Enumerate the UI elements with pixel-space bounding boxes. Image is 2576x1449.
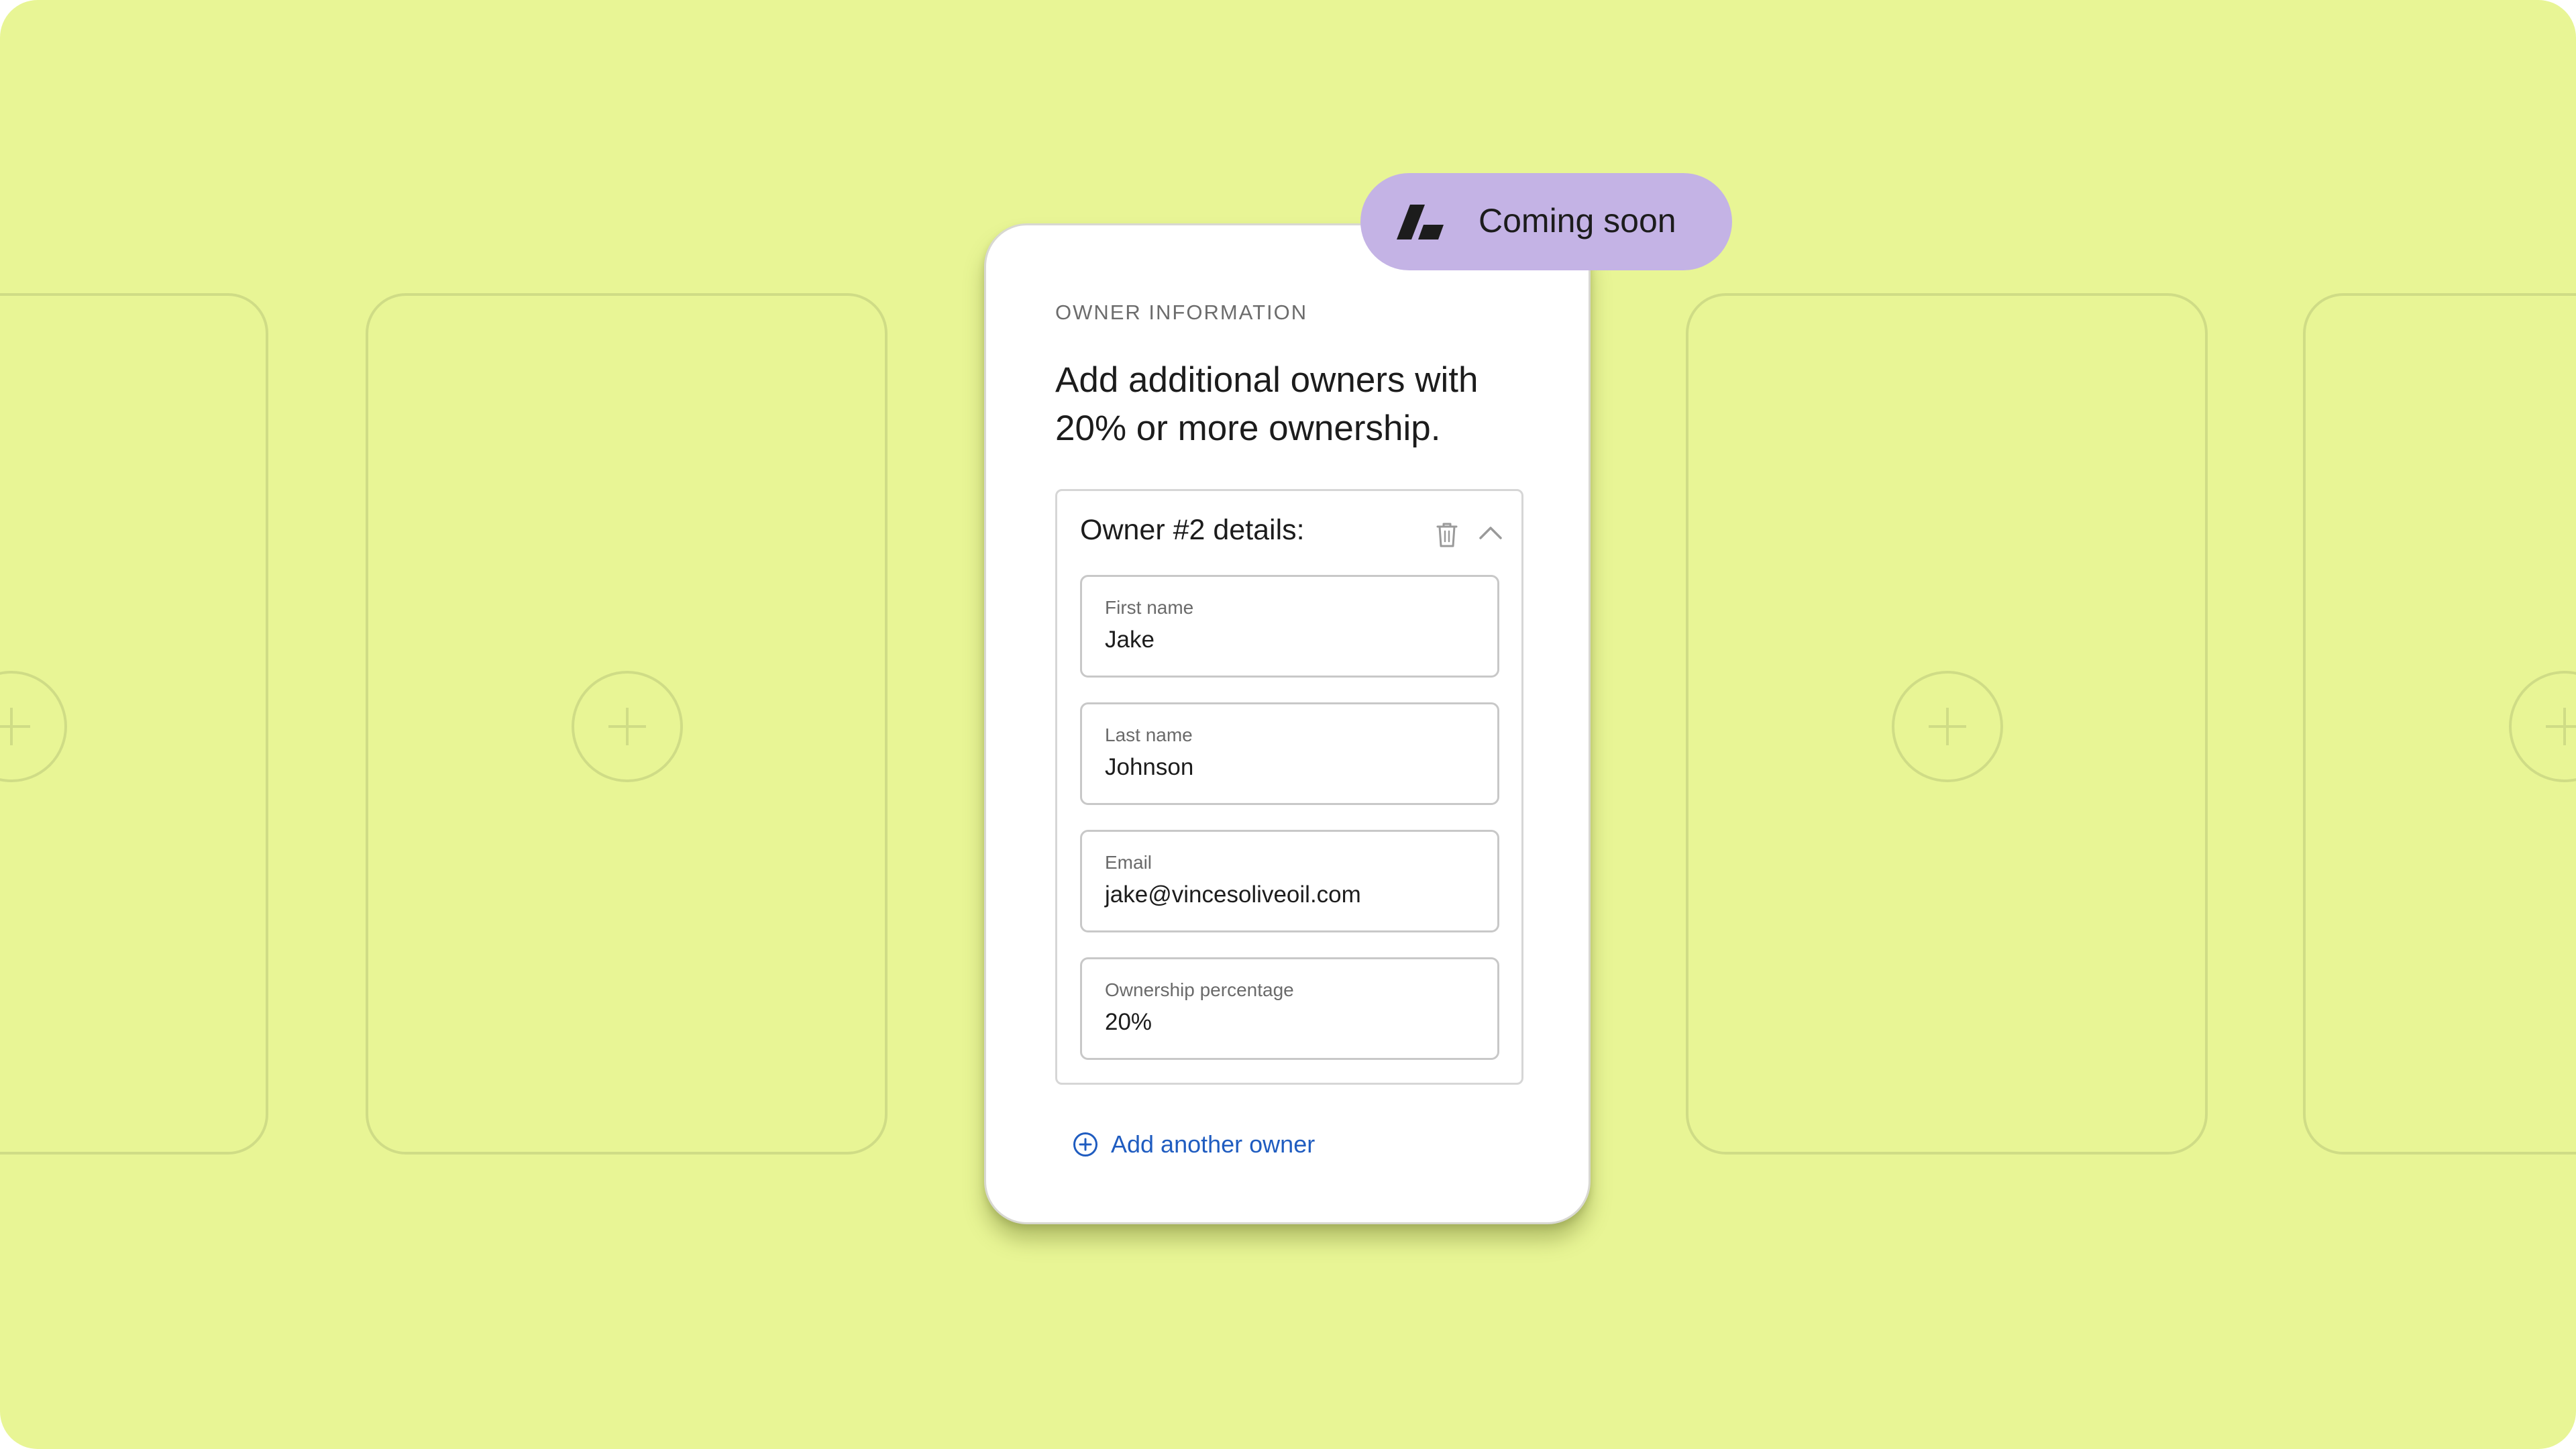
trash-icon[interactable] (1435, 521, 1459, 548)
add-card-button[interactable] (1892, 671, 2003, 782)
section-label: OWNER INFORMATION (1055, 301, 1308, 324)
field-label: Last name (1105, 724, 1193, 745)
add-another-owner-label: Add another owner (1111, 1130, 1316, 1158)
field-label: Ownership percentage (1105, 979, 1294, 1000)
plus-circle-icon (1073, 1132, 1097, 1157)
brand-logo-icon (1397, 205, 1444, 239)
badge-label: Coming soon (1479, 202, 1676, 239)
field-value: Johnson (1105, 754, 1194, 780)
add-another-owner-button[interactable]: Add another owner (1072, 1128, 1315, 1161)
last-name-field[interactable]: Last name Johnson (1080, 702, 1499, 805)
owner-information-card: OWNER INFORMATION Add additional owners … (984, 223, 1591, 1224)
field-value: Jake (1105, 627, 1155, 653)
first-name-field[interactable]: First name Jake (1080, 575, 1499, 678)
coming-soon-badge: Coming soon (1360, 173, 1732, 270)
field-value: jake@vincesoliveoil.com (1105, 881, 1361, 908)
owner-details-panel: Owner #2 details: First name Jake Last n… (1055, 489, 1523, 1085)
owner-details-title: Owner #2 details: (1080, 514, 1305, 546)
field-value: 20% (1105, 1009, 1152, 1035)
add-card-button[interactable] (572, 671, 683, 782)
chevron-up-icon[interactable] (1477, 523, 1504, 542)
page-heading: Add additional owners with 20% or more o… (1055, 360, 1479, 448)
email-field[interactable]: Email jake@vincesoliveoil.com (1080, 830, 1499, 932)
canvas: OWNER INFORMATION Add additional owners … (0, 0, 2576, 1449)
ownership-percentage-field[interactable]: Ownership percentage 20% (1080, 957, 1499, 1060)
field-label: First name (1105, 597, 1194, 618)
field-label: Email (1105, 852, 1152, 873)
